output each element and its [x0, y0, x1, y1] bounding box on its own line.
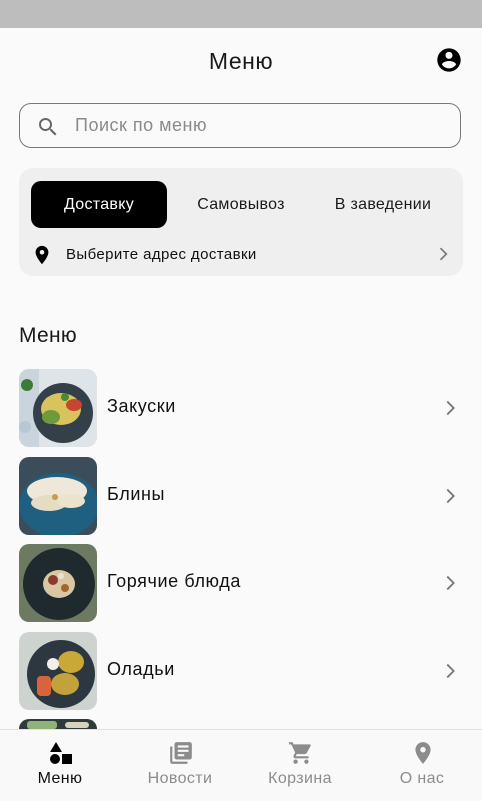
- search-field[interactable]: [19, 103, 461, 148]
- menu-category-item[interactable]: Оладьи: [0, 632, 482, 712]
- bottom-navigation: Меню Новости Корзина О нас: [0, 729, 482, 801]
- nav-news-label: Новости: [147, 770, 213, 787]
- nav-menu[interactable]: Меню: [0, 730, 120, 801]
- menu-category-item[interactable]: Горячие блюда: [0, 544, 482, 624]
- nav-about[interactable]: О нас: [362, 730, 482, 801]
- delivery-address-selector[interactable]: Выберите адрес доставки: [19, 236, 463, 274]
- category-photo: [19, 632, 97, 710]
- location-pin-icon: [31, 243, 53, 267]
- menu-category-label: Блины: [107, 484, 166, 504]
- menu-category-item[interactable]: Закуски: [0, 369, 482, 449]
- account-circle-icon[interactable]: [435, 46, 463, 74]
- chevron-right-icon: [439, 485, 461, 507]
- nav-cart[interactable]: Корзина: [240, 730, 360, 801]
- tab-delivery[interactable]: Доставку: [31, 181, 167, 228]
- app-bar: Меню: [0, 28, 482, 94]
- nav-news[interactable]: Новости: [120, 730, 240, 801]
- menu-category-label: Горячие блюда: [107, 571, 241, 591]
- category-photo: [19, 719, 97, 729]
- menu-category-item[interactable]: Блины: [0, 457, 482, 537]
- menu-section-title: Меню: [19, 324, 77, 347]
- menu-category-label: Закуски: [107, 396, 176, 416]
- location-pin-icon: [410, 740, 436, 766]
- order-mode-card: Доставку Самовывоз В заведении Выберите …: [19, 168, 463, 276]
- chevron-right-icon: [433, 244, 453, 264]
- nav-about-label: О нас: [399, 770, 445, 787]
- delivery-address-label: Выберите адрес доставки: [66, 246, 257, 263]
- chevron-right-icon: [439, 660, 461, 682]
- menu-category-item-partial: [0, 719, 482, 729]
- search-input[interactable]: [75, 104, 445, 147]
- search-icon: [36, 115, 60, 139]
- category-photo: [19, 369, 97, 447]
- page-title: Меню: [208, 48, 274, 74]
- newspaper-icon: [168, 740, 194, 766]
- chevron-right-icon: [439, 572, 461, 594]
- nav-menu-label: Меню: [37, 770, 83, 787]
- menu-category-label: Оладьи: [107, 659, 175, 679]
- tab-pickup[interactable]: Самовывоз: [179, 181, 303, 228]
- tab-dine-in[interactable]: В заведении: [315, 181, 451, 228]
- shapes-icon: [48, 740, 74, 766]
- shopping-cart-icon: [288, 740, 314, 766]
- category-photo: [19, 544, 97, 622]
- status-bar: [0, 0, 482, 28]
- category-photo: [19, 457, 97, 535]
- nav-cart-label: Корзина: [268, 770, 332, 787]
- chevron-right-icon: [439, 397, 461, 419]
